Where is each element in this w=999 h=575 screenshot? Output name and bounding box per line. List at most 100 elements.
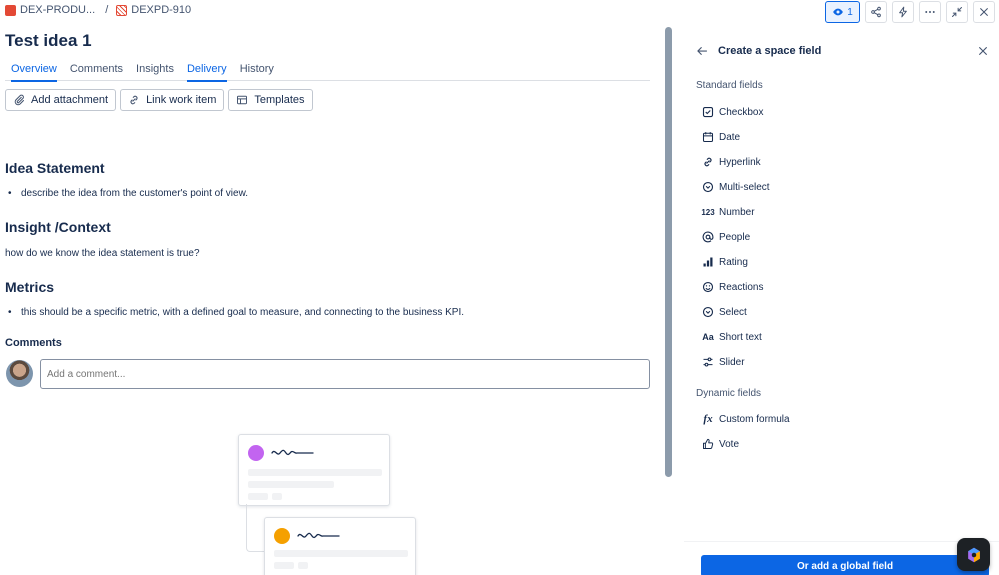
action-toolbar: Add attachment Link work item Templates <box>5 89 313 111</box>
field-people[interactable]: People <box>702 227 982 247</box>
tab-overview[interactable]: Overview <box>5 62 63 82</box>
more-icon <box>925 11 935 13</box>
link-icon <box>702 156 714 168</box>
field-select[interactable]: Select <box>702 302 982 322</box>
scrollbar-thumb[interactable] <box>665 27 672 477</box>
field-label: Reactions <box>719 281 764 293</box>
collapse-button[interactable] <box>946 1 968 23</box>
connector-line <box>246 504 266 552</box>
orange-dot <box>274 528 290 544</box>
squiggle-icon <box>271 449 314 456</box>
metrics-heading: Metrics <box>5 279 55 295</box>
breadcrumb-separator: / <box>105 4 109 16</box>
watch-button[interactable]: 1 <box>825 1 860 23</box>
watch-count: 1 <box>847 6 853 18</box>
close-icon <box>980 8 988 16</box>
at-icon <box>702 231 714 243</box>
idea-icon <box>116 4 128 16</box>
templates-button[interactable]: Templates <box>228 89 313 111</box>
tab-delivery[interactable]: Delivery <box>181 62 233 82</box>
field-reactions[interactable]: Reactions <box>702 277 982 297</box>
templates-icon <box>237 95 248 105</box>
purple-dot <box>248 445 264 461</box>
comments-heading: Comments <box>5 337 62 349</box>
lightning-icon <box>899 6 907 18</box>
field-label: Multi-select <box>719 181 770 193</box>
add-attachment-button[interactable]: Add attachment <box>5 89 117 111</box>
field-slider[interactable]: Slider <box>702 352 982 372</box>
page-title[interactable]: Test idea 1 <box>5 31 92 51</box>
breadcrumb-project[interactable]: DEX-PRODU... <box>5 4 95 16</box>
text-icon: Aa <box>702 332 714 342</box>
field-label: People <box>719 231 751 243</box>
avatar <box>6 360 33 387</box>
breadcrumb-issue-label: DEXPD-910 <box>131 4 192 16</box>
select-icon <box>702 306 714 318</box>
field-label: Slider <box>719 356 745 368</box>
field-label: Select <box>719 306 747 318</box>
automation-button[interactable] <box>892 1 914 23</box>
comment-input[interactable] <box>40 359 650 389</box>
placeholder-bar <box>274 550 408 557</box>
field-number[interactable]: 123 Number <box>701 202 982 222</box>
tab-insights[interactable]: Insights <box>130 62 180 81</box>
field-hyperlink[interactable]: Hyperlink <box>702 152 982 172</box>
formula-icon: fx <box>703 413 713 425</box>
tab-comments[interactable]: Comments <box>64 62 129 81</box>
close-panel-icon[interactable] <box>977 45 989 57</box>
create-field-panel: Create a space field Standard fields Che… <box>684 28 999 575</box>
checkbox-icon <box>702 106 714 118</box>
panel-title: Create a space field <box>718 45 822 57</box>
breadcrumb: DEX-PRODU... / DEXPD-910 <box>5 4 191 16</box>
multi-select-icon <box>702 181 714 193</box>
field-multi-select[interactable]: Multi-select <box>702 177 982 197</box>
field-label: Custom formula <box>719 413 790 425</box>
eye-icon <box>833 8 844 16</box>
field-vote[interactable]: Vote <box>702 434 982 454</box>
calendar-icon <box>702 131 714 143</box>
insight-context-text: how do we know the idea statement is tru… <box>5 248 200 259</box>
field-label: Rating <box>719 256 748 268</box>
field-rating[interactable]: Rating <box>702 252 982 272</box>
placeholder-bar <box>248 481 334 488</box>
breadcrumb-issue[interactable]: DEXPD-910 <box>116 4 191 16</box>
idea-statement-bullet: describe the idea from the customer's po… <box>5 188 645 199</box>
paperclip-icon <box>14 94 25 106</box>
tab-history[interactable]: History <box>234 62 280 81</box>
placeholder-bar <box>248 493 268 500</box>
illustration-card <box>264 517 416 575</box>
link-work-item-button[interactable]: Link work item <box>120 89 225 111</box>
assistant-button[interactable] <box>957 538 990 571</box>
empty-state-illustration <box>236 432 426 575</box>
metrics-bullet: this should be a specific metric, with a… <box>5 307 645 318</box>
field-custom-formula[interactable]: fx Custom formula <box>702 409 982 429</box>
close-issue-button[interactable] <box>973 1 995 23</box>
field-short-text[interactable]: Aa Short text <box>702 327 982 347</box>
more-actions-button[interactable] <box>919 1 941 23</box>
tab-bar: Overview Comments Insights Delivery Hist… <box>5 62 650 82</box>
field-date[interactable]: Date <box>702 127 982 147</box>
placeholder-bar <box>274 562 294 569</box>
field-checkbox[interactable]: Checkbox <box>702 102 982 122</box>
illustration-card <box>238 434 390 506</box>
number-icon: 123 <box>701 207 715 217</box>
slider-icon <box>702 356 714 368</box>
field-label: Hyperlink <box>719 156 761 168</box>
panel-header: Create a space field <box>696 45 821 57</box>
issue-view: DEX-PRODU... / DEXPD-910 Test idea 1 Ove… <box>0 0 672 575</box>
assistant-icon <box>967 547 980 562</box>
rating-icon <box>702 256 714 268</box>
placeholder-bar <box>298 562 308 569</box>
breadcrumb-project-label: DEX-PRODU... <box>20 4 96 16</box>
add-global-field-button[interactable]: Or add a global field <box>701 555 989 575</box>
placeholder-bar <box>272 493 282 500</box>
placeholder-bar <box>248 469 382 476</box>
standard-fields-label: Standard fields <box>696 80 763 91</box>
idea-statement-heading: Idea Statement <box>5 160 105 176</box>
share-button[interactable] <box>865 1 887 23</box>
field-label: Vote <box>719 438 740 450</box>
link-icon <box>130 95 138 105</box>
templates-label: Templates <box>254 94 305 106</box>
emoji-icon <box>702 281 714 293</box>
back-arrow-icon[interactable] <box>696 45 708 57</box>
